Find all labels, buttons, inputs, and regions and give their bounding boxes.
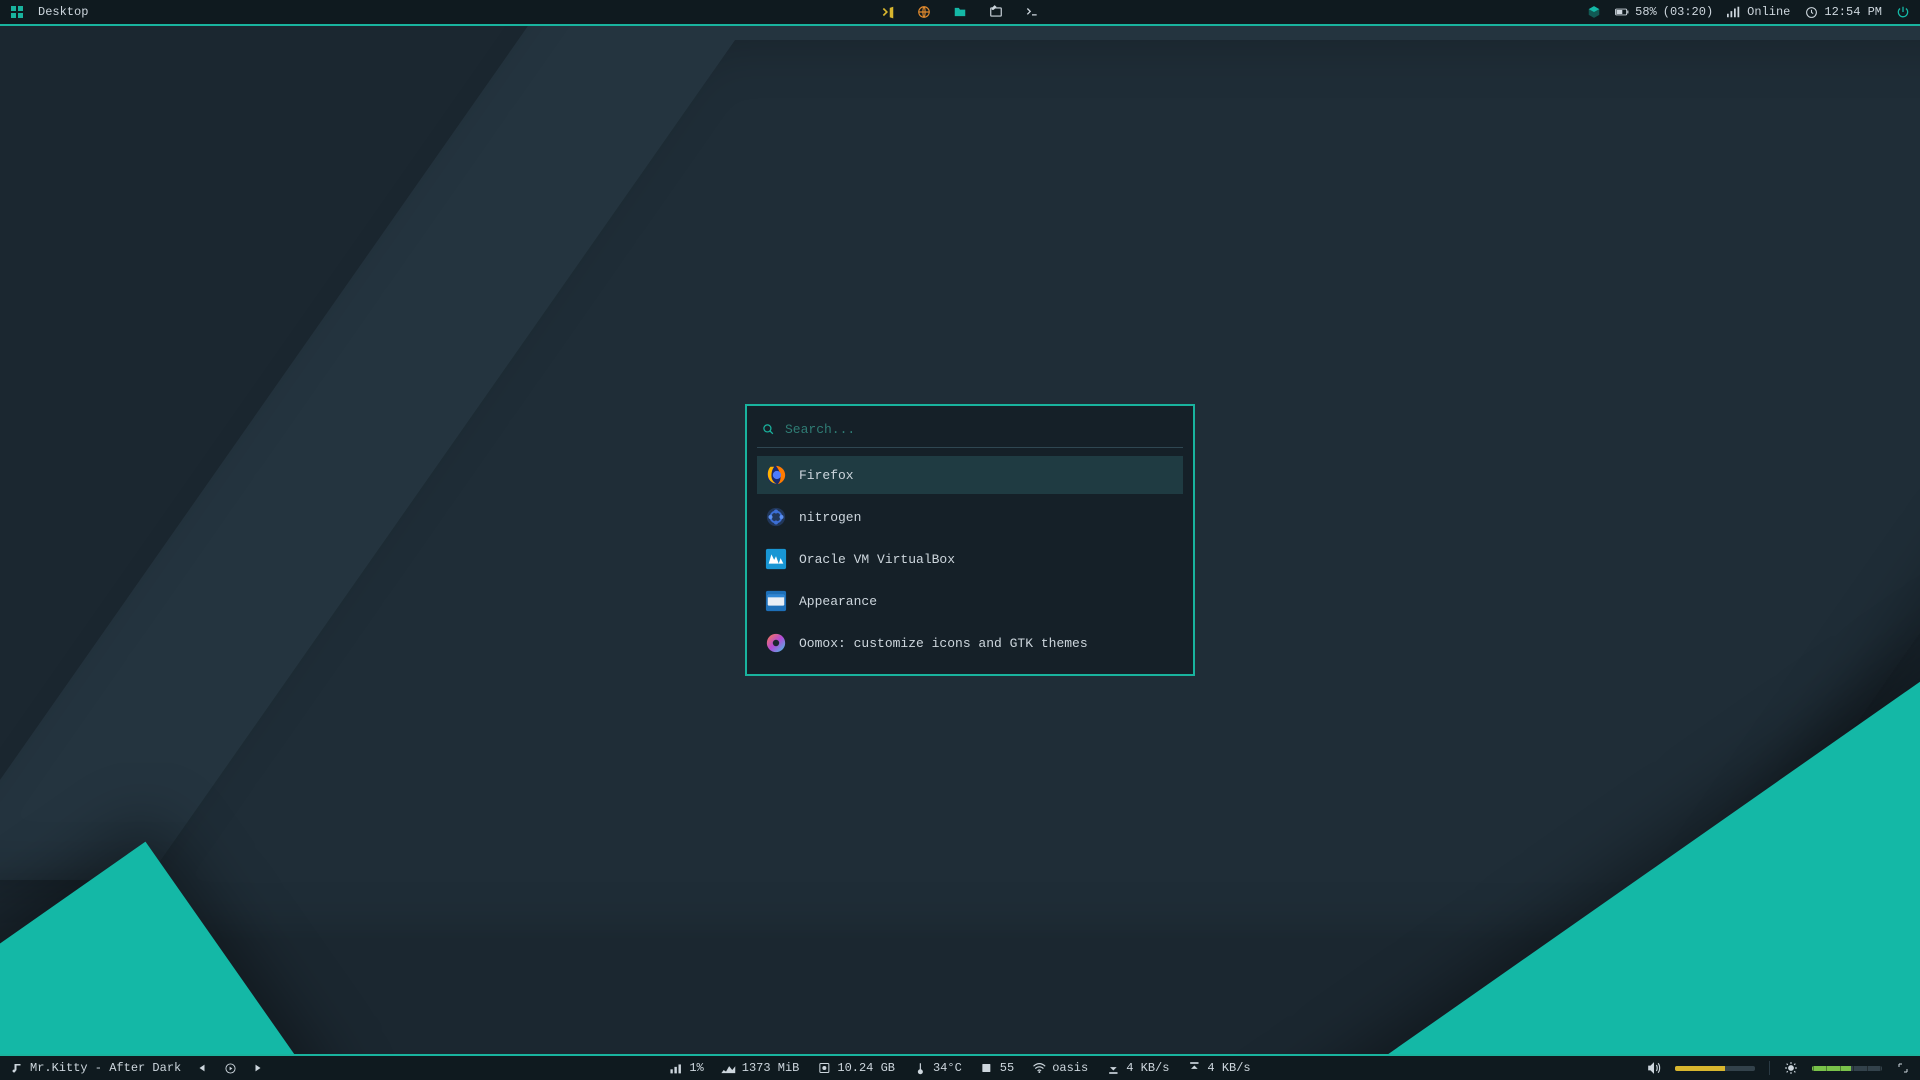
terminal-icon[interactable] (1025, 5, 1039, 19)
firefox-icon (765, 464, 787, 486)
app-launcher: Firefox nitrogen Oracle VM VirtualBox Ap… (745, 404, 1195, 676)
result-label: Oomox: customize icons and GTK themes (799, 636, 1088, 651)
workspace-name[interactable]: Desktop (38, 5, 88, 19)
package-updates-icon[interactable] (1587, 5, 1601, 19)
result-item-oomox[interactable]: Oomox: customize icons and GTK themes (757, 624, 1183, 662)
memory-value: 1373 MiB (742, 1061, 800, 1075)
signal-icon (1727, 5, 1741, 19)
result-label: Firefox (799, 468, 854, 483)
net-up-value: 4 KB/s (1207, 1061, 1250, 1075)
battery-icon (1615, 5, 1629, 19)
editor-icon[interactable] (989, 5, 1003, 19)
memory-usage[interactable]: 1373 MiB (722, 1061, 800, 1075)
battery-percent: 58% (1635, 5, 1657, 19)
memory-chart-icon (722, 1061, 736, 1075)
vscode-icon[interactable] (881, 5, 895, 19)
net-down-value: 4 KB/s (1126, 1061, 1169, 1075)
battery-status[interactable]: 58% (03:20) (1615, 5, 1713, 19)
browser-icon[interactable] (917, 5, 931, 19)
net-down[interactable]: 4 KB/s (1106, 1061, 1169, 1075)
network-label: Online (1747, 5, 1790, 19)
result-label: Appearance (799, 594, 877, 609)
clock-icon (1804, 5, 1818, 19)
package-count-value: 55 (1000, 1061, 1014, 1075)
clock[interactable]: 12:54 PM (1804, 5, 1882, 19)
temperature-value: 34°C (933, 1061, 962, 1075)
brightness-icon[interactable] (1784, 1061, 1798, 1075)
download-icon (1106, 1061, 1120, 1075)
appearance-icon (765, 590, 787, 612)
cpu-value: 1% (689, 1061, 703, 1075)
wifi-status[interactable]: oasis (1032, 1061, 1088, 1075)
disk-icon (817, 1061, 831, 1075)
media-next-button[interactable] (251, 1061, 265, 1075)
search-input[interactable] (785, 422, 1179, 437)
time-label: 12:54 PM (1824, 5, 1882, 19)
result-item-virtualbox[interactable]: Oracle VM VirtualBox (757, 540, 1183, 578)
nitrogen-icon (765, 506, 787, 528)
oomox-icon (765, 632, 787, 654)
result-label: Oracle VM VirtualBox (799, 552, 955, 567)
cpu-usage[interactable]: 1% (669, 1061, 703, 1075)
result-item-nitrogen[interactable]: nitrogen (757, 498, 1183, 536)
quick-launch (881, 5, 1039, 19)
music-icon (10, 1061, 24, 1075)
brightness-slider[interactable] (1812, 1066, 1882, 1071)
search-row (757, 416, 1183, 448)
search-icon (761, 423, 775, 437)
disk-value: 10.24 GB (837, 1061, 895, 1075)
media-prev-button[interactable] (195, 1061, 209, 1075)
cpu-chart-icon (669, 1061, 683, 1075)
upload-icon (1187, 1061, 1201, 1075)
net-up[interactable]: 4 KB/s (1187, 1061, 1250, 1075)
now-playing-label: Mr.Kitty - After Dark (30, 1061, 181, 1075)
network-status[interactable]: Online (1727, 5, 1790, 19)
virtualbox-icon (765, 548, 787, 570)
disk-usage[interactable]: 10.24 GB (817, 1061, 895, 1075)
temperature[interactable]: 34°C (913, 1061, 962, 1075)
now-playing[interactable]: Mr.Kitty - After Dark (10, 1061, 181, 1075)
result-label: nitrogen (799, 510, 861, 525)
launcher-button[interactable] (10, 5, 24, 19)
results-list: Firefox nitrogen Oracle VM VirtualBox Ap… (757, 456, 1183, 662)
result-item-firefox[interactable]: Firefox (757, 456, 1183, 494)
battery-remaining: (03:20) (1663, 5, 1713, 19)
package-count[interactable]: 55 (980, 1061, 1014, 1075)
thermometer-icon (913, 1061, 927, 1075)
separator (1769, 1061, 1770, 1075)
wifi-icon (1032, 1061, 1046, 1075)
result-item-appearance[interactable]: Appearance (757, 582, 1183, 620)
expand-icon[interactable] (1896, 1061, 1910, 1075)
media-play-button[interactable] (223, 1061, 237, 1075)
wifi-ssid: oasis (1052, 1061, 1088, 1075)
bottom-panel: Mr.Kitty - After Dark 1% 1373 MiB (0, 1054, 1920, 1080)
top-panel: Desktop 58% (03:20) (0, 0, 1920, 26)
filemanager-icon[interactable] (953, 5, 967, 19)
package-icon (980, 1061, 994, 1075)
volume-slider[interactable] (1675, 1066, 1755, 1071)
power-button[interactable] (1896, 5, 1910, 19)
speaker-icon[interactable] (1647, 1061, 1661, 1075)
